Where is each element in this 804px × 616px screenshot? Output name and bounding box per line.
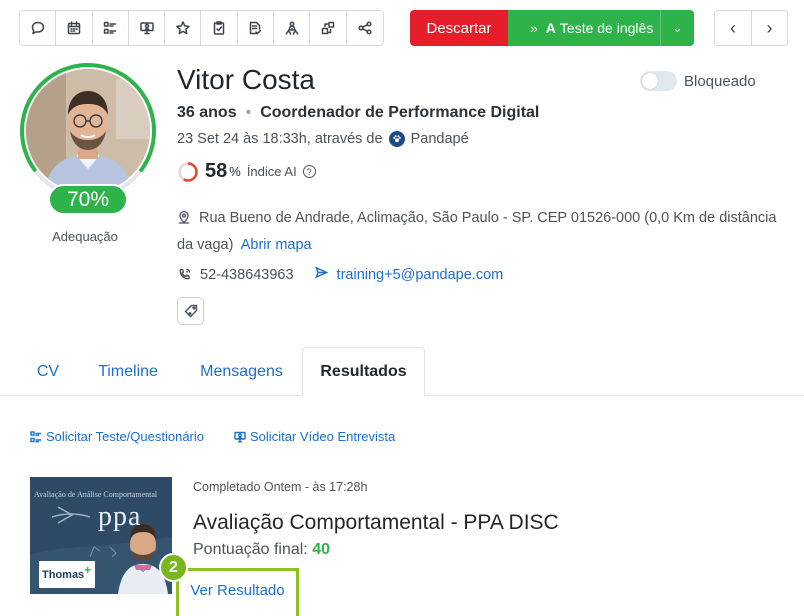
assessment-title: Avaliação Comportamental - PPA DISC xyxy=(193,511,559,534)
thumbnail-title: Avaliação de Análise Comportamental xyxy=(34,490,158,499)
applied-text: 23 Set 24 às 18:33h, através de xyxy=(177,131,383,147)
advance-stage-button[interactable]: » A Teste de inglês ⌄ xyxy=(508,10,694,46)
request-test-link[interactable]: Solicitar Teste/Questionário xyxy=(30,429,204,444)
contact-info: 52-438643963 training+5@pandape.com xyxy=(177,265,503,284)
transfer-icon xyxy=(321,21,335,35)
open-map-link[interactable]: Abrir mapa xyxy=(241,237,312,253)
discard-button[interactable]: Descartar xyxy=(410,10,508,46)
separator-dot: • xyxy=(245,104,252,121)
ai-index-percent-sign: % xyxy=(229,164,241,179)
candidate-address: Rua Bueno de Andrade, Aclimação, São Pau… xyxy=(177,205,787,259)
match-score-badge: 70% xyxy=(48,184,128,215)
toggle-knob xyxy=(642,73,658,89)
questionnaire-button[interactable] xyxy=(93,11,129,45)
schedule-button[interactable] xyxy=(56,11,93,45)
document-review-button[interactable] xyxy=(238,11,275,45)
favorite-button[interactable] xyxy=(165,11,202,45)
application-date: 23 Set 24 às 18:33h, através de Pandapé xyxy=(177,131,469,147)
tab-timeline[interactable]: Timeline xyxy=(84,347,172,396)
results-actions: Solicitar Teste/Questionário Solicitar V… xyxy=(30,429,395,444)
request-video-label: Solicitar Vídeo Entrevista xyxy=(250,429,396,444)
share-icon xyxy=(358,21,372,35)
checklist-icon xyxy=(103,21,117,34)
checklist-icon xyxy=(30,430,41,442)
request-test-label: Solicitar Teste/Questionário xyxy=(46,429,205,444)
candidate-navigation: ‹ › xyxy=(714,10,788,46)
profile-tabs: CV Timeline Mensagens Resultados xyxy=(0,347,804,397)
phone-icon xyxy=(179,268,191,280)
candidate-age: 36 anos xyxy=(177,104,237,121)
tab-cv[interactable]: CV xyxy=(22,347,74,396)
application-source: Pandapé xyxy=(410,131,469,147)
chat-icon xyxy=(31,21,44,35)
blocked-label: Bloqueado xyxy=(684,72,756,90)
step-number-badge: 2 xyxy=(159,553,188,582)
pandape-logo-icon xyxy=(388,131,405,147)
thumbnail-brand: ppa xyxy=(98,501,142,532)
clipboard-check-icon xyxy=(213,21,225,35)
chat-button[interactable] xyxy=(20,11,57,45)
video-interview-button[interactable] xyxy=(129,11,166,45)
candidate-name: Vitor Costa xyxy=(177,64,315,95)
chevron-left-icon: ‹ xyxy=(730,17,736,38)
ai-index: 58 % Índice AI ? xyxy=(177,160,316,183)
view-result-button[interactable]: Ver Resultado xyxy=(176,568,299,616)
network-icon xyxy=(285,21,298,35)
help-icon[interactable]: ? xyxy=(302,165,316,178)
advance-stage-label: Teste de inglês xyxy=(559,20,654,36)
advance-prefix: A xyxy=(545,20,556,36)
tab-messages[interactable]: Mensagens xyxy=(190,347,293,396)
logo-plus-mark: + xyxy=(84,562,92,577)
ai-index-gauge-icon xyxy=(178,161,198,182)
star-icon xyxy=(176,21,190,35)
final-score-value: 40 xyxy=(312,541,330,558)
thomas-logo: Thomas + xyxy=(39,561,95,588)
final-score-label: Pontuação final: xyxy=(193,541,308,558)
double-chevron-right-icon: » xyxy=(530,20,538,36)
final-score: Pontuação final: 40 xyxy=(193,541,330,559)
request-video-link[interactable]: Solicitar Vídeo Entrevista xyxy=(234,429,395,444)
logo-text: Thomas xyxy=(42,568,85,581)
tag-add-icon xyxy=(184,304,197,318)
document-check-icon xyxy=(250,21,262,35)
chevron-right-icon: › xyxy=(766,17,773,38)
ai-index-label: Índice AI xyxy=(246,164,297,179)
match-label: Adequação xyxy=(52,229,118,244)
email-link[interactable]: training+5@pandape.com xyxy=(337,267,504,283)
blocked-toggle-group: Bloqueado xyxy=(640,71,756,91)
location-pin-icon xyxy=(179,210,189,224)
ai-index-score: 58 xyxy=(205,160,228,182)
chevron-down-icon: ⌄ xyxy=(672,21,683,35)
candidate-subtitle: 36 anos • Coordenador de Performance Dig… xyxy=(177,104,539,122)
transfer-button[interactable] xyxy=(310,11,347,45)
phone-number[interactable]: 52-438643963 xyxy=(200,267,294,283)
advance-dropdown-toggle[interactable]: ⌄ xyxy=(660,10,694,46)
candidate-avatar xyxy=(19,62,157,200)
referral-button[interactable] xyxy=(274,11,311,45)
completion-date: Completado Ontem - às 17:28h xyxy=(193,480,368,494)
blocked-toggle[interactable] xyxy=(640,71,677,91)
avatar xyxy=(26,69,150,193)
calendar-icon xyxy=(67,21,81,35)
next-candidate-button[interactable]: › xyxy=(751,11,787,45)
video-interview-icon xyxy=(234,431,246,442)
send-icon xyxy=(314,265,329,284)
candidate-role: Coordenador de Performance Digital xyxy=(260,104,540,121)
evaluation-button[interactable] xyxy=(201,11,238,45)
assessment-thumbnail[interactable]: Avaliação de Análise Comportamental ppa … xyxy=(30,477,172,594)
action-toolbar xyxy=(19,10,384,46)
previous-candidate-button[interactable]: ‹ xyxy=(715,11,751,45)
video-interview-icon xyxy=(139,22,154,35)
share-button[interactable] xyxy=(347,11,383,45)
add-tag-button[interactable] xyxy=(177,297,204,325)
tab-results[interactable]: Resultados xyxy=(302,347,425,397)
